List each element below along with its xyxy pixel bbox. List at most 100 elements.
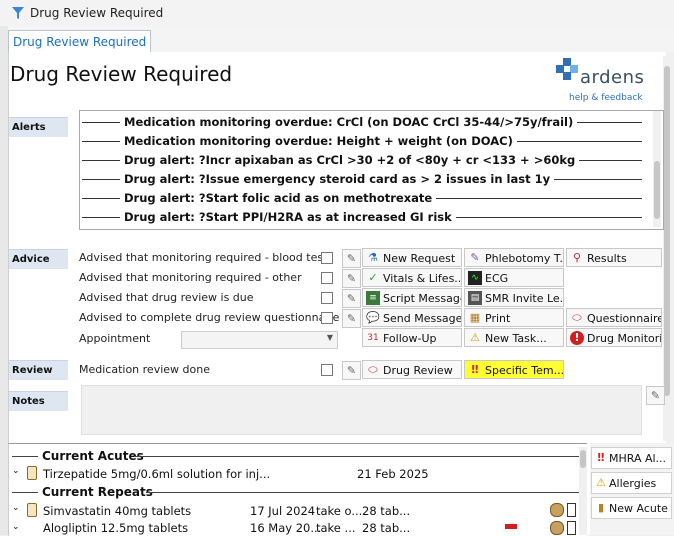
drug-monitoring-button[interactable]: !Drug Monitori... — [566, 328, 662, 347]
page-title: Drug Review Required — [10, 62, 233, 86]
alert-row: Drug alert: ?Start PPI/H2RA as at increa… — [80, 208, 650, 227]
alert-text: Medication monitoring overdue: Height + … — [124, 132, 517, 151]
medication-scrollbar[interactable] — [579, 447, 587, 535]
medicine-bottle-icon[interactable] — [567, 521, 576, 535]
checkbox-medication-review[interactable] — [321, 364, 333, 376]
alert-row: Drug alert: ?Start folic acid as on meth… — [80, 189, 650, 208]
print-icon: ▦ — [469, 311, 481, 324]
section-review: Review — [9, 360, 68, 380]
repeat-med-dose: take o... — [316, 504, 363, 518]
checkmark-icon: ✓ — [368, 271, 378, 284]
ecg-icon: ∿ — [468, 271, 482, 285]
ardens-logo-icon[interactable] — [556, 58, 578, 80]
checkbox-drug-review-due[interactable] — [321, 292, 333, 304]
phlebotomy-button[interactable]: ✎ Phlebotomy T... — [464, 248, 564, 267]
alerts-scrollbar-thumb[interactable] — [654, 161, 660, 219]
ecg-button[interactable]: ∿ ECG — [464, 268, 564, 287]
print-button[interactable]: ▦ Print — [464, 308, 564, 327]
script-icon: ≡ — [366, 291, 380, 305]
advice-label-blood-test: Advised that monitoring required - blood… — [79, 251, 328, 264]
appointment-label: Appointment — [79, 332, 151, 345]
pill-icon: ⬭ — [572, 311, 582, 324]
edit-pencil-icon[interactable]: ✎ — [342, 361, 361, 380]
alert-text: Drug alert: ?Issue emergency steroid car… — [124, 170, 555, 189]
pill-icon: ▮ — [597, 501, 605, 514]
drug-review-button[interactable]: ⬭ Drug Review — [362, 360, 462, 379]
alert-icon: ! — [570, 331, 584, 345]
pill-icon: ⬭ — [368, 363, 378, 376]
advice-label-questionnaire: Advised to complete drug review question… — [79, 311, 340, 324]
ardens-logo[interactable]: ardens — [580, 67, 644, 88]
clock-icon[interactable] — [550, 503, 564, 517]
group-current-repeats: Current Repeats — [42, 485, 153, 499]
repeat-med-date: 17 Jul 2024 — [250, 504, 316, 518]
mhra-alerts-button[interactable]: ‼ MHRA Al... — [591, 447, 672, 469]
follow-up-button[interactable]: 31 Follow-Up — [362, 328, 462, 347]
allergies-button[interactable]: ⚠ Allergies — [591, 472, 672, 494]
new-task-button[interactable]: ⚠ New Task... — [464, 328, 564, 347]
chevron-down-icon[interactable]: ⌄ — [12, 522, 20, 532]
results-button[interactable]: ⚲ Results — [566, 248, 662, 267]
repeat-med-dose: take ... — [316, 521, 356, 535]
chevron-down-icon[interactable]: ⌄ — [12, 466, 20, 476]
checkbox-questionnaire[interactable] — [321, 312, 333, 324]
alert-row: Drug alert: ?Issue emergency steroid car… — [80, 170, 650, 189]
new-request-button[interactable]: ⚗ New Request — [362, 248, 462, 267]
alerts-scrollbar[interactable] — [653, 111, 661, 227]
appointment-select[interactable]: ▼ — [181, 331, 338, 349]
exclamation-icon: ‼ — [597, 451, 605, 464]
funnel-icon — [12, 7, 24, 19]
medicine-bottle-icon[interactable] — [567, 503, 576, 517]
edit-pencil-icon[interactable]: ✎ — [342, 249, 361, 268]
medicine-bottle-icon — [27, 466, 37, 480]
clock-icon[interactable] — [550, 521, 564, 535]
section-alerts: Alerts — [9, 117, 68, 137]
alert-row: Medication monitoring overdue: CrCl (on … — [80, 113, 650, 132]
script-message-button[interactable]: ≡ Script Message — [362, 288, 462, 307]
window-title: Drug Review Required — [30, 6, 164, 20]
alert-text: Medication monitoring overdue: CrCl (on … — [124, 113, 578, 132]
alert-text: Drug alert: ?Start PPI/H2RA as at increa… — [124, 208, 456, 227]
alert-row: Drug alert: ?Incr apixaban as CrCl >30 +… — [80, 151, 650, 170]
new-acute-button[interactable]: ▮ New Acute — [591, 497, 672, 519]
edit-pencil-icon[interactable]: ✎ — [342, 269, 361, 288]
main-scrollbar[interactable] — [663, 56, 671, 441]
repeat-med-name[interactable]: Simvastatin 40mg tablets — [43, 504, 191, 518]
warning-icon: ⚠ — [470, 331, 480, 344]
alert-text: Drug alert: ?Incr apixaban as CrCl >30 +… — [124, 151, 580, 170]
exclamation-icon: ‼ — [471, 363, 479, 376]
checkbox-blood-test[interactable] — [321, 252, 333, 264]
window-titlebar: Drug Review Required — [0, 0, 674, 27]
group-current-acutes: Current Acutes — [42, 449, 144, 463]
alert-text: Drug alert: ?Start folic acid as on meth… — [124, 189, 437, 208]
checkbox-monitoring-other[interactable] — [321, 272, 333, 284]
test-tube-icon: ⚲ — [572, 251, 582, 264]
repeat-med-name[interactable]: Alogliptin 12.5mg tablets — [43, 521, 188, 535]
chevron-down-icon[interactable]: ⌄ — [12, 503, 20, 513]
repeat-med-date: 16 May 20... — [250, 521, 322, 535]
notes-textarea[interactable] — [81, 385, 642, 435]
advice-label-monitoring-other: Advised that monitoring required - other — [79, 271, 302, 284]
edit-pencil-icon[interactable]: ✎ — [342, 289, 361, 308]
specific-template-button[interactable]: ‼ Specific Tem... — [464, 360, 564, 379]
section-advice: Advice — [9, 249, 68, 269]
main-scrollbar-thumb[interactable] — [664, 66, 670, 396]
acute-med-date: 21 Feb 2025 — [357, 467, 429, 481]
help-feedback-link[interactable]: help & feedback — [569, 93, 643, 103]
section-notes: Notes — [9, 391, 68, 411]
syringe-icon: ✎ — [470, 251, 480, 264]
edit-pencil-icon[interactable]: ✎ — [342, 309, 361, 328]
smr-invite-button[interactable]: ▤ SMR Invite Le... — [464, 288, 564, 307]
alerts-list: Medication monitoring overdue: CrCl (on … — [79, 110, 664, 230]
notes-edit-pencil-icon[interactable]: ✎ — [646, 386, 665, 405]
send-message-button[interactable]: 💬 Send Message — [362, 308, 462, 327]
acute-med-name[interactable]: Tirzepatide 5mg/0.6ml solution for inj..… — [43, 467, 270, 481]
flask-icon: ⚗ — [368, 251, 378, 264]
repeat-med-qty: 28 tab... — [362, 521, 411, 535]
questionnaire-button[interactable]: ⬭ Questionnaire — [566, 308, 662, 327]
medication-scrollbar-thumb[interactable] — [580, 450, 586, 468]
vitals-button[interactable]: ✓ Vitals & Lifes... — [362, 268, 462, 287]
repeat-med-qty: 28 tab... — [362, 504, 411, 518]
review-label-medication-review: Medication review done — [79, 363, 210, 376]
document-icon: ▤ — [468, 291, 482, 305]
